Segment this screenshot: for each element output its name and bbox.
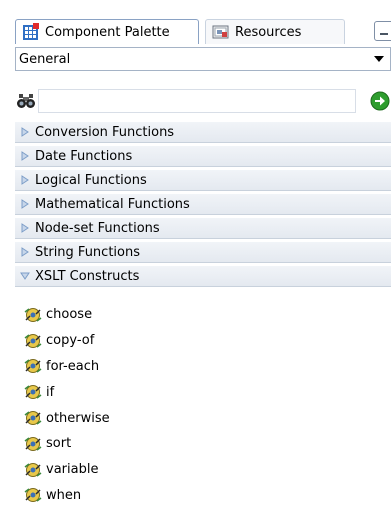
item-label: copy-of — [46, 333, 95, 349]
category-node-set-functions[interactable]: Node-set Functions — [15, 217, 391, 239]
xslt-construct-icon — [24, 307, 42, 322]
search-row — [15, 89, 391, 115]
go-arrow-icon[interactable] — [370, 91, 390, 111]
binoculars-icon — [17, 94, 35, 108]
list-item-otherwise[interactable]: otherwise — [15, 405, 391, 431]
list-item-for-each[interactable]: for-each — [15, 354, 391, 380]
category-mathematical-functions[interactable]: Mathematical Functions — [15, 193, 391, 215]
item-label: sort — [46, 436, 72, 452]
xslt-construct-icon — [24, 488, 42, 503]
tab-component-palette[interactable]: Component Palette — [15, 19, 199, 44]
item-label: for-each — [46, 358, 100, 374]
expand-triangle-icon[interactable] — [18, 175, 32, 185]
item-label: if — [46, 384, 55, 400]
category-conversion-functions[interactable]: Conversion Functions — [15, 121, 391, 143]
expand-triangle-icon[interactable] — [18, 247, 32, 257]
dropdown-value: General — [19, 51, 71, 67]
category-xslt-constructs[interactable]: XSLT Constructs — [15, 265, 391, 287]
category-label: XSLT Constructs — [35, 268, 140, 284]
expand-triangle-icon[interactable] — [18, 127, 32, 137]
xslt-construct-icon — [24, 359, 42, 374]
xslt-construct-icon — [24, 436, 42, 451]
category-date-functions[interactable]: Date Functions — [15, 145, 391, 167]
xslt-construct-icon — [24, 411, 42, 426]
category-dropdown[interactable]: General — [15, 47, 391, 71]
category-logical-functions[interactable]: Logical Functions — [15, 169, 391, 191]
expand-triangle-icon[interactable] — [18, 223, 32, 233]
tab-label: Component Palette — [45, 24, 170, 40]
list-item-when[interactable]: when — [15, 483, 391, 509]
list-item-if[interactable]: if — [15, 379, 391, 405]
category-label: Date Functions — [35, 148, 133, 164]
category-label: String Functions — [35, 244, 140, 260]
category-label: Mathematical Functions — [35, 196, 190, 212]
category-label: Logical Functions — [35, 172, 147, 188]
category-label: Conversion Functions — [35, 124, 175, 140]
search-input[interactable] — [38, 89, 356, 113]
list-item-sort[interactable]: sort — [15, 431, 391, 457]
palette-icon — [23, 23, 39, 40]
tab-label: Resources — [235, 24, 302, 40]
xslt-construct-icon — [24, 333, 42, 348]
item-label: variable — [46, 462, 99, 478]
resources-icon — [212, 25, 229, 39]
item-label: otherwise — [46, 410, 110, 426]
category-label: Node-set Functions — [35, 220, 160, 236]
xslt-construct-icon — [24, 385, 42, 400]
minimize-button[interactable] — [374, 21, 391, 41]
tab-resources[interactable]: Resources — [205, 19, 345, 44]
category-list: Conversion Functions Date Functions Logi… — [15, 121, 391, 289]
collapse-triangle-icon[interactable] — [18, 272, 32, 280]
tab-strip: Component Palette Resources — [14, 12, 391, 44]
xslt-construct-list: choose copy-of for-each if otherwise sor… — [15, 302, 391, 508]
item-label: choose — [46, 307, 93, 323]
list-item-copy-of[interactable]: copy-of — [15, 328, 391, 354]
category-string-functions[interactable]: String Functions — [15, 241, 391, 263]
item-label: when — [46, 487, 82, 503]
list-item-variable[interactable]: variable — [15, 457, 391, 483]
list-item-choose[interactable]: choose — [15, 302, 391, 328]
component-palette-panel: Component Palette Resources General Conv… — [14, 12, 391, 514]
expand-triangle-icon[interactable] — [18, 199, 32, 209]
chevron-down-icon[interactable] — [374, 56, 384, 62]
xslt-construct-icon — [24, 462, 42, 477]
expand-triangle-icon[interactable] — [18, 151, 32, 161]
